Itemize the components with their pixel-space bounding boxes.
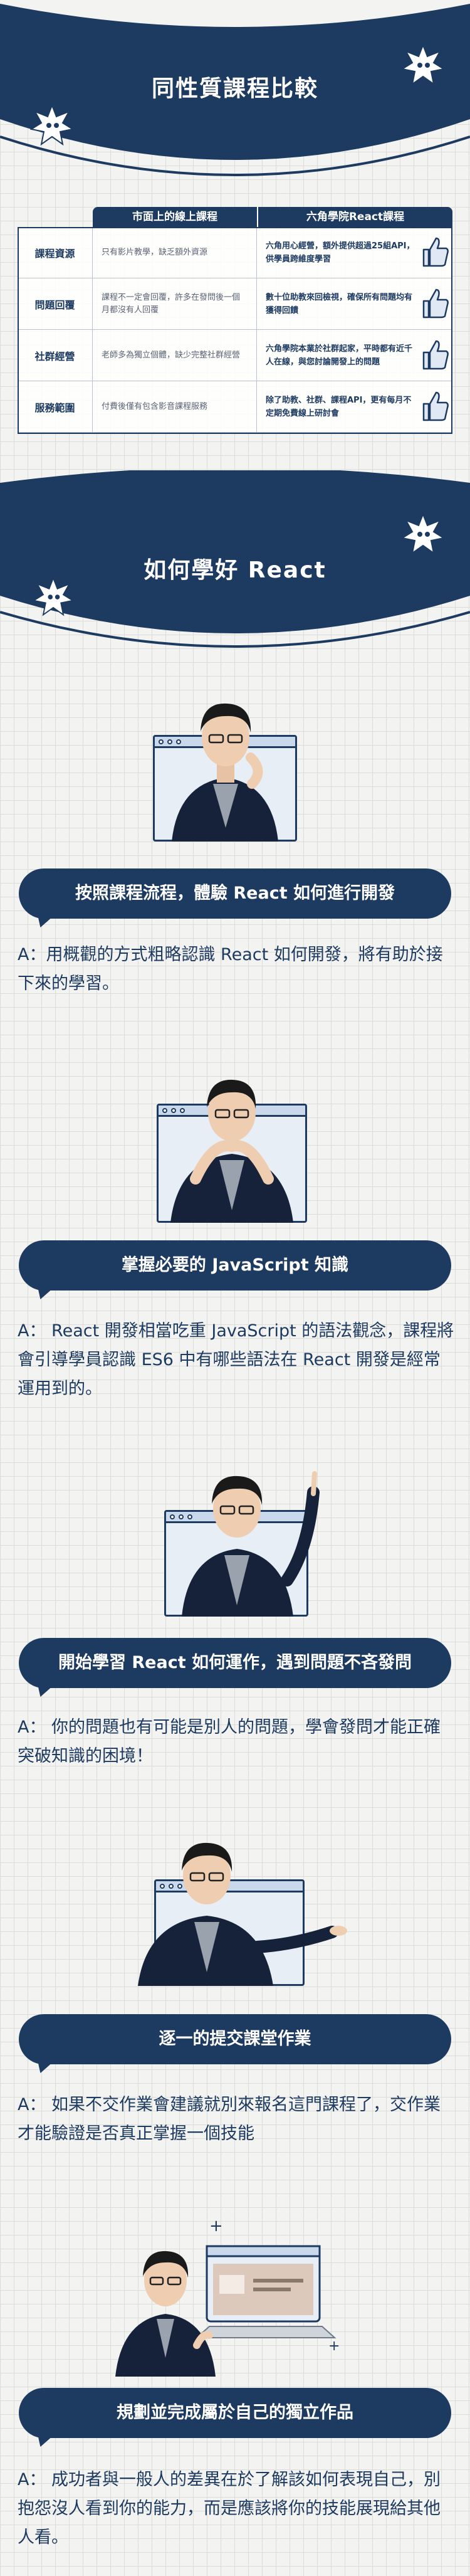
page: 同性質課程比較 市面上的線上課程 六角學院React課程 課程資源 只有影片教學… <box>0 0 470 2576</box>
thumbs-up-icon <box>422 340 449 370</box>
thumbs-up-icon <box>422 288 449 319</box>
table-row: 問題回覆 課程不一定會回覆，許多在發問後一個月都沒有人回覆 數十位助教來回檢視，… <box>18 278 452 330</box>
step-heading: 逐一的提交課堂作業 <box>19 2014 451 2073</box>
table-header: 市面上的線上課程 六角學院React課程 <box>18 207 452 227</box>
starburst-icon <box>33 577 74 616</box>
step-answer: A： 成功者與一般人的差異在於了解該如何表現自己，別抱怨沒人看到你的能力，而是應… <box>18 2470 441 2547</box>
table-row: 服務範圍 付費後僅有包含影音課程服務 除了助教、社群、課程API，更有每月不定期… <box>18 381 452 433</box>
instructor-photo <box>164 1455 333 1621</box>
step-heading: 開始學習 React 如何運作，遇到問題不吝發問 <box>19 1638 451 1697</box>
step-heading: 按照課程流程，體驗 React 如何進行開發 <box>19 868 451 927</box>
header-hexschool: 六角學院React課程 <box>257 207 452 227</box>
thumbs-up-icon <box>422 391 449 421</box>
step-answer: A：用概觀的方式粗略認識 React 如何開發，將有助於接下來的學習。 <box>18 945 443 993</box>
row-label: 課程資源 <box>18 227 93 278</box>
thumbs-up-icon <box>422 237 449 267</box>
starburst-icon <box>401 44 445 86</box>
hero-title: 同性質課程比較 <box>151 76 318 102</box>
instructor-laptop-photo: + + <box>115 2214 347 2377</box>
step-answer: A： React 開發相當吃重 JavaScript 的語法觀念，課程將會引導學… <box>18 1321 454 1398</box>
market-cell: 付費後僅有包含影音課程服務 <box>93 381 257 432</box>
row-label: 問題回覆 <box>18 278 93 329</box>
market-cell: 課程不一定會回覆，許多在發問後一個月都沒有人回覆 <box>93 278 257 329</box>
svg-text:+: + <box>209 2217 223 2236</box>
step-heading: 規劃並完成屬於自己的獨立作品 <box>19 2388 451 2447</box>
starburst-icon <box>401 513 445 555</box>
instructor-photo <box>132 1822 351 1991</box>
market-cell: 只有影片教學，缺乏額外資源 <box>93 227 257 278</box>
instructor-photo <box>157 1066 307 1229</box>
hero-compare: 同性質課程比較 <box>0 0 470 182</box>
step-answer: A： 你的問題也有可能是別人的問題，學會發問才能正確突破知識的困境！ <box>18 1718 441 1766</box>
row-label: 服務範圍 <box>18 381 93 432</box>
svg-text:+: + <box>328 2338 340 2354</box>
table-row: 課程資源 只有影片教學，缺乏額外資源 六角用心經營，額外提供超過25組API，供… <box>18 227 452 278</box>
hero-learn-react: 如何學好 React <box>0 470 470 658</box>
table-row: 社群經營 老師多為獨立個體，缺少完整社群經營 六角學院本業於社群起家，平時都有近… <box>18 330 452 381</box>
comparison-table: 市面上的線上課程 六角學院React課程 課程資源 只有影片教學，缺乏額外資源 … <box>18 207 452 434</box>
market-cell: 老師多為獨立個體，缺少完整社群經營 <box>93 330 257 381</box>
row-label: 社群經營 <box>18 330 93 381</box>
step-heading: 掌握必要的 JavaScript 知識 <box>19 1240 451 1299</box>
header-market: 市面上的線上課程 <box>93 207 257 227</box>
instructor-photo <box>153 677 297 847</box>
starburst-icon <box>30 104 74 146</box>
step-answer: A： 如果不交作業會建議就別來報名這門課程了，交作業才能驗證是否真正掌握一個技能 <box>18 2095 441 2143</box>
